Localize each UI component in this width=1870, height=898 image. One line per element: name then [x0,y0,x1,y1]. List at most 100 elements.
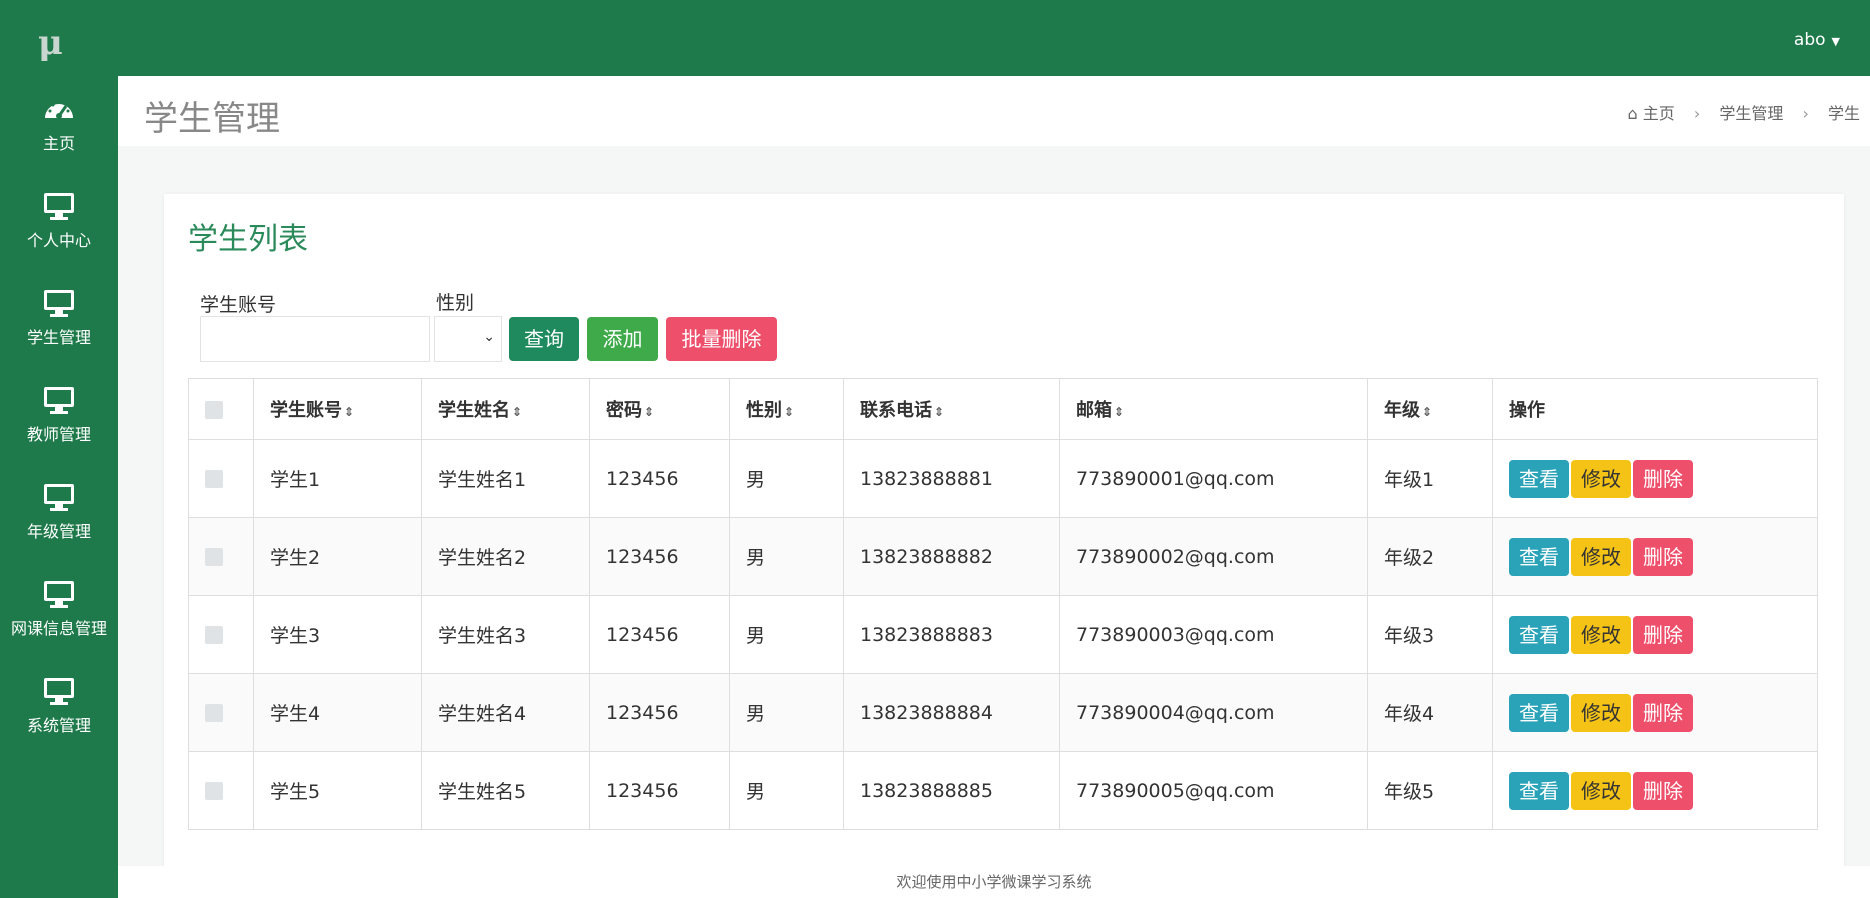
delete-button[interactable]: 删除 [1633,693,1693,732]
account-search-input[interactable] [200,316,430,362]
delete-button[interactable]: 删除 [1633,459,1693,498]
sidebar: 主页 个人中心 学生管理 教师管理 年级管理 网课信息管理 系统管理 [0,76,118,898]
cell-phone: 13823888883 [843,595,1060,674]
column-header-password[interactable]: 密码 ⇕ [589,378,730,440]
cell-gender: 男 [729,595,844,674]
cell-name: 学生姓名3 [421,595,590,674]
edit-button[interactable]: 修改 [1571,693,1631,732]
gender-select[interactable]: ⌄ [434,316,502,362]
breadcrumb-item-home[interactable]: 主页 [1643,104,1675,123]
cell-grade: 年级1 [1367,439,1493,518]
cell-gender: 男 [729,751,844,830]
edit-button[interactable]: 修改 [1571,537,1631,576]
row-checkbox[interactable] [205,782,223,800]
row-checkbox[interactable] [205,470,223,488]
view-button[interactable]: 查看 [1509,459,1569,498]
column-header-phone[interactable]: 联系电话 ⇕ [843,378,1060,440]
view-button[interactable]: 查看 [1509,537,1569,576]
page-title: 学生管理 [144,99,280,139]
table-row: 学生1 学生姓名1 123456 男 13823888881 773890001… [188,439,1818,518]
sort-icon: ⇕ [934,405,945,419]
add-button[interactable]: 添加 [587,317,658,361]
table-row: 学生2 学生姓名2 123456 男 13823888882 773890002… [188,517,1818,596]
delete-button[interactable]: 删除 [1633,615,1693,654]
dashboard-icon [45,100,73,119]
cell-name: 学生姓名5 [421,751,590,830]
sidebar-item-profile[interactable]: 个人中心 [0,173,118,263]
edit-button[interactable]: 修改 [1571,459,1631,498]
sort-icon: ⇕ [512,405,523,419]
monitor-icon [44,387,74,414]
query-button[interactable]: 查询 [509,317,579,361]
cell-gender: 男 [729,439,844,518]
sidebar-item-system[interactable]: 系统管理 [0,658,118,748]
delete-button[interactable]: 删除 [1633,537,1693,576]
cell-actions: 查看 修改 删除 [1492,439,1818,518]
sort-icon: ⇕ [644,405,655,419]
user-name: abo [1793,30,1826,50]
chevron-right-icon: › [1693,104,1701,123]
table-row: 学生5 学生姓名5 123456 男 13823888885 773890005… [188,751,1818,830]
row-checkbox[interactable] [205,626,223,644]
column-header-gender[interactable]: 性别 ⇕ [729,378,844,440]
select-all-checkbox[interactable] [205,400,223,419]
breadcrumb-item-current: 学生 [1827,104,1860,123]
cell-account: 学生5 [253,751,422,830]
app-logo[interactable]: μ [38,26,63,60]
sidebar-item-students[interactable]: 学生管理 [0,270,118,360]
cell-actions: 查看 修改 删除 [1492,673,1818,752]
delete-button[interactable]: 删除 [1633,771,1693,810]
top-bar: μ abo ▼ [0,0,1870,76]
user-menu[interactable]: abo ▼ [1794,30,1840,50]
page-header: 学生管理 ⌂ 主页 › 学生管理 › 学生 [118,76,1870,146]
view-button[interactable]: 查看 [1509,771,1569,810]
sidebar-item-grades[interactable]: 年级管理 [0,464,118,554]
cell-email: 773890001@qq.com [1059,439,1368,518]
edit-button[interactable]: 修改 [1571,615,1631,654]
view-button[interactable]: 查看 [1509,615,1569,654]
cell-email: 773890005@qq.com [1059,751,1368,830]
row-checkbox[interactable] [205,704,223,722]
batch-delete-button[interactable]: 批量删除 [666,317,777,361]
cell-phone: 13823888882 [843,517,1060,596]
sidebar-item-home[interactable]: 主页 [0,76,118,166]
cell-grade: 年级3 [1367,595,1493,674]
row-checkbox[interactable] [205,548,223,566]
student-table: 学生账号 ⇕ 学生姓名 ⇕ 密码 ⇕ 性别 ⇕ 联系电话 ⇕ 邮箱 ⇕ 年级 ⇕ 操作 学生1… [188,378,1818,830]
sidebar-item-label: 网课信息管理 [10,619,107,638]
column-header-email[interactable]: 邮箱 ⇕ [1059,378,1368,440]
sort-icon: ⇕ [1114,405,1125,419]
cell-email: 773890004@qq.com [1059,673,1368,752]
cell-grade: 年级4 [1367,673,1493,752]
sidebar-item-label: 主页 [42,134,75,153]
chevron-right-icon: › [1802,104,1809,123]
cell-grade: 年级5 [1367,751,1493,830]
column-header-grade[interactable]: 年级 ⇕ [1367,378,1493,440]
cell-name: 学生姓名1 [421,439,590,518]
edit-button[interactable]: 修改 [1571,771,1631,810]
cell-actions: 查看 修改 删除 [1492,517,1818,596]
column-header-name[interactable]: 学生姓名 ⇕ [421,378,590,440]
sort-icon: ⇕ [344,405,355,419]
cell-password: 123456 [589,439,730,518]
sidebar-item-online-courses[interactable]: 网课信息管理 [0,561,118,651]
cell-phone: 13823888885 [843,751,1060,830]
cell-email: 773890002@qq.com [1059,517,1368,596]
view-button[interactable]: 查看 [1509,693,1569,732]
monitor-icon [44,581,74,608]
cell-password: 123456 [589,673,730,752]
column-header-account[interactable]: 学生账号 ⇕ [253,378,422,440]
cell-gender: 男 [729,517,844,596]
sidebar-item-label: 系统管理 [26,716,91,735]
monitor-icon [44,193,74,220]
sidebar-item-label: 年级管理 [26,522,91,541]
breadcrumb-item-students[interactable]: 学生管理 [1719,104,1783,123]
cell-name: 学生姓名4 [421,673,590,752]
caret-down-icon: ▼ [1831,35,1840,48]
cell-account: 学生3 [253,595,422,674]
cell-actions: 查看 修改 删除 [1492,751,1818,830]
table-row: 学生3 学生姓名3 123456 男 13823888883 773890003… [188,595,1818,674]
gender-label: 性别 [436,292,475,314]
table-row: 学生4 学生姓名4 123456 男 13823888884 773890004… [188,673,1818,752]
sidebar-item-teachers[interactable]: 教师管理 [0,367,118,457]
